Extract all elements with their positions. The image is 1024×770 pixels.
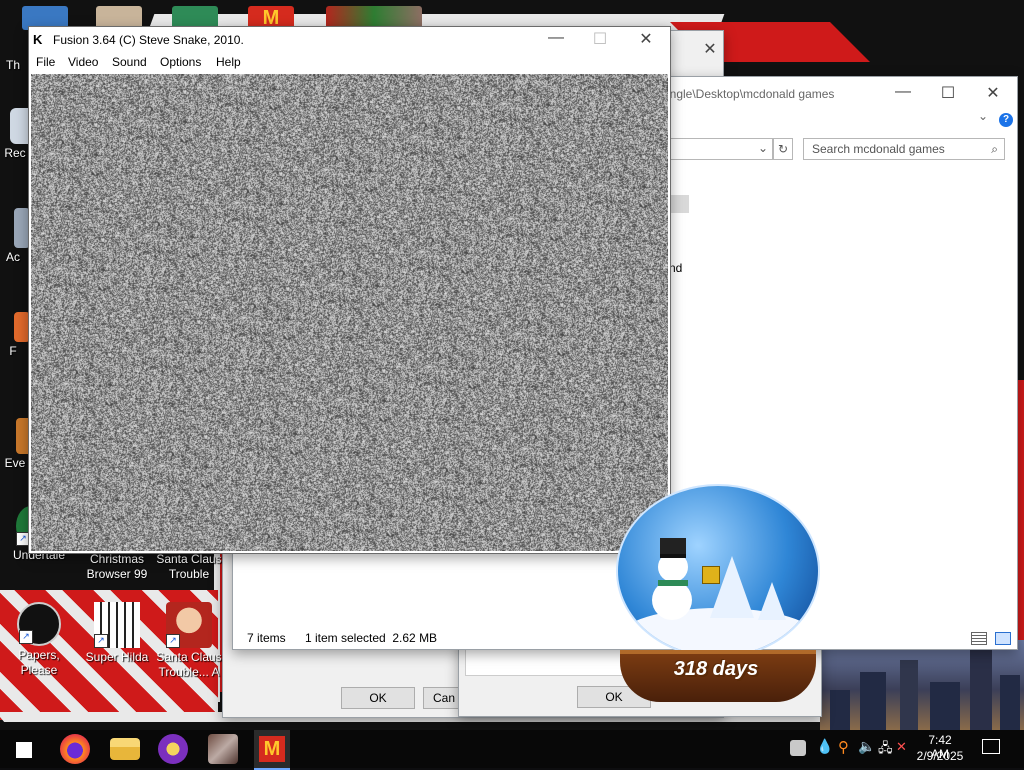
desktop-icon-papers-please[interactable]: ↗ Papers, Please — [0, 602, 78, 678]
selected-row-highlight — [669, 195, 689, 213]
refresh-icon: ↻ — [777, 142, 789, 156]
mcdonalds-app-icon[interactable]: M — [254, 730, 290, 770]
firefox-icon[interactable] — [60, 734, 90, 764]
tree-icon — [758, 582, 786, 620]
taskbar: M 💧 ⚲ 🔈 🖧 ✕ 7:42 AM 2/9/2025 — [0, 730, 1024, 770]
desktop-icon-label: Super Hilda — [85, 650, 149, 664]
menu-file[interactable]: File — [36, 55, 55, 69]
emulator-static-screen[interactable] — [31, 74, 668, 551]
details-view-icon[interactable] — [971, 632, 987, 645]
minimize-icon[interactable]: — — [541, 29, 571, 47]
help-icon[interactable]: ? — [999, 113, 1013, 127]
window-title-path: ringle\Desktop\mcdonald games — [663, 87, 835, 101]
maximize-icon[interactable]: ☐ — [585, 29, 615, 49]
status-item-count: 7 items — [247, 631, 286, 645]
window-title: Fusion 3.64 (C) Steve Snake, 2010. — [53, 33, 244, 47]
file-name-partial: nd — [669, 261, 683, 275]
tray-network-icon[interactable]: 🖧 — [878, 739, 893, 761]
minimize-icon[interactable]: — — [888, 83, 918, 101]
mcdonalds-logo-icon: M — [259, 736, 285, 762]
ok-button[interactable]: OK — [341, 687, 415, 709]
status-selection: 1 item selected 2.62 MB — [305, 631, 438, 645]
address-bar[interactable]: ⌄ — [669, 138, 773, 160]
top-hat-icon — [660, 538, 686, 558]
countdown-label: 318 days — [673, 658, 759, 680]
snowman-body — [652, 580, 692, 620]
maximize-icon[interactable]: ☐ — [933, 83, 963, 103]
desktop-icon-label-line2: Trouble — [168, 567, 210, 581]
fusion-titlebar[interactable]: K Fusion 3.64 (C) Steve Snake, 2010. — ☐… — [29, 27, 670, 53]
photo-app-icon[interactable] — [208, 734, 238, 764]
super-hilda-icon: ↗ — [94, 602, 140, 648]
close-icon[interactable]: ✕ — [631, 29, 661, 49]
desktop-icon-santa-claus-trouble-2[interactable]: ↗ Santa Claus Trouble... A — [150, 602, 228, 680]
santa-claus-icon: ↗ — [166, 602, 212, 648]
desktop-icon-christmas-browser[interactable]: Christmas Browser 99 — [78, 552, 156, 582]
search-input[interactable]: Search mcdonald games ⌕ — [803, 138, 1005, 160]
desktop-icon-label-line2: Trouble... A — [158, 665, 220, 679]
chevron-down-icon[interactable]: ⌄ — [758, 141, 768, 155]
desktop-icon-label: Papers, Please — [18, 648, 60, 677]
large-icons-view-icon[interactable] — [995, 632, 1011, 645]
gift-icon — [702, 566, 720, 584]
tray-app-icon-1[interactable] — [790, 740, 806, 756]
game-app-icon[interactable] — [158, 734, 188, 764]
clock-date[interactable]: 2/9/2025 — [914, 749, 966, 763]
close-icon[interactable]: ✕ — [978, 83, 1008, 103]
menu-video[interactable]: Video — [68, 55, 98, 69]
tray-drop-icon[interactable]: 💧 — [816, 738, 833, 755]
desktop-icon-santa-claus-trouble[interactable]: Santa Claus Trouble — [150, 552, 228, 582]
desktop-icon-label: Santa Claus — [156, 552, 222, 566]
menu-help[interactable]: Help — [216, 55, 241, 69]
menu-sound[interactable]: Sound — [112, 55, 147, 69]
fusion-app-icon: K — [33, 32, 43, 47]
tray-speaker-icon[interactable]: 🔈 — [858, 738, 875, 755]
snowglobe-countdown-widget[interactable]: 318 days — [612, 484, 822, 704]
windows-logo-icon — [16, 742, 32, 758]
desktop-icon-super-hilda[interactable]: ↗ Super Hilda — [78, 602, 156, 665]
tray-search-icon[interactable]: ⚲ — [838, 738, 849, 756]
refresh-button[interactable]: ↻ — [773, 138, 793, 160]
file-explorer-icon[interactable] — [110, 738, 140, 760]
papers-please-icon: ↗ — [17, 602, 61, 646]
desktop-icon-label: Santa Claus — [156, 650, 222, 664]
desktop-icon-label: Christmas — [89, 552, 144, 566]
chevron-down-icon[interactable]: ⌄ — [968, 109, 998, 123]
desktop-icon-label-line2: Browser 99 — [86, 567, 148, 581]
close-icon[interactable]: ✕ — [695, 39, 725, 59]
menu-options[interactable]: Options — [160, 55, 201, 69]
fusion-emulator-window: K Fusion 3.64 (C) Steve Snake, 2010. — ☐… — [28, 26, 671, 554]
tray-volume-muted-icon[interactable]: ✕ — [896, 739, 907, 755]
fusion-menubar: File Video Sound Options Help — [29, 53, 670, 73]
notification-center-icon[interactable] — [982, 739, 1000, 754]
scarf — [658, 580, 688, 586]
snowglobe-sphere — [616, 484, 820, 658]
start-button[interactable] — [10, 734, 40, 764]
search-icon: ⌕ — [991, 142, 998, 156]
